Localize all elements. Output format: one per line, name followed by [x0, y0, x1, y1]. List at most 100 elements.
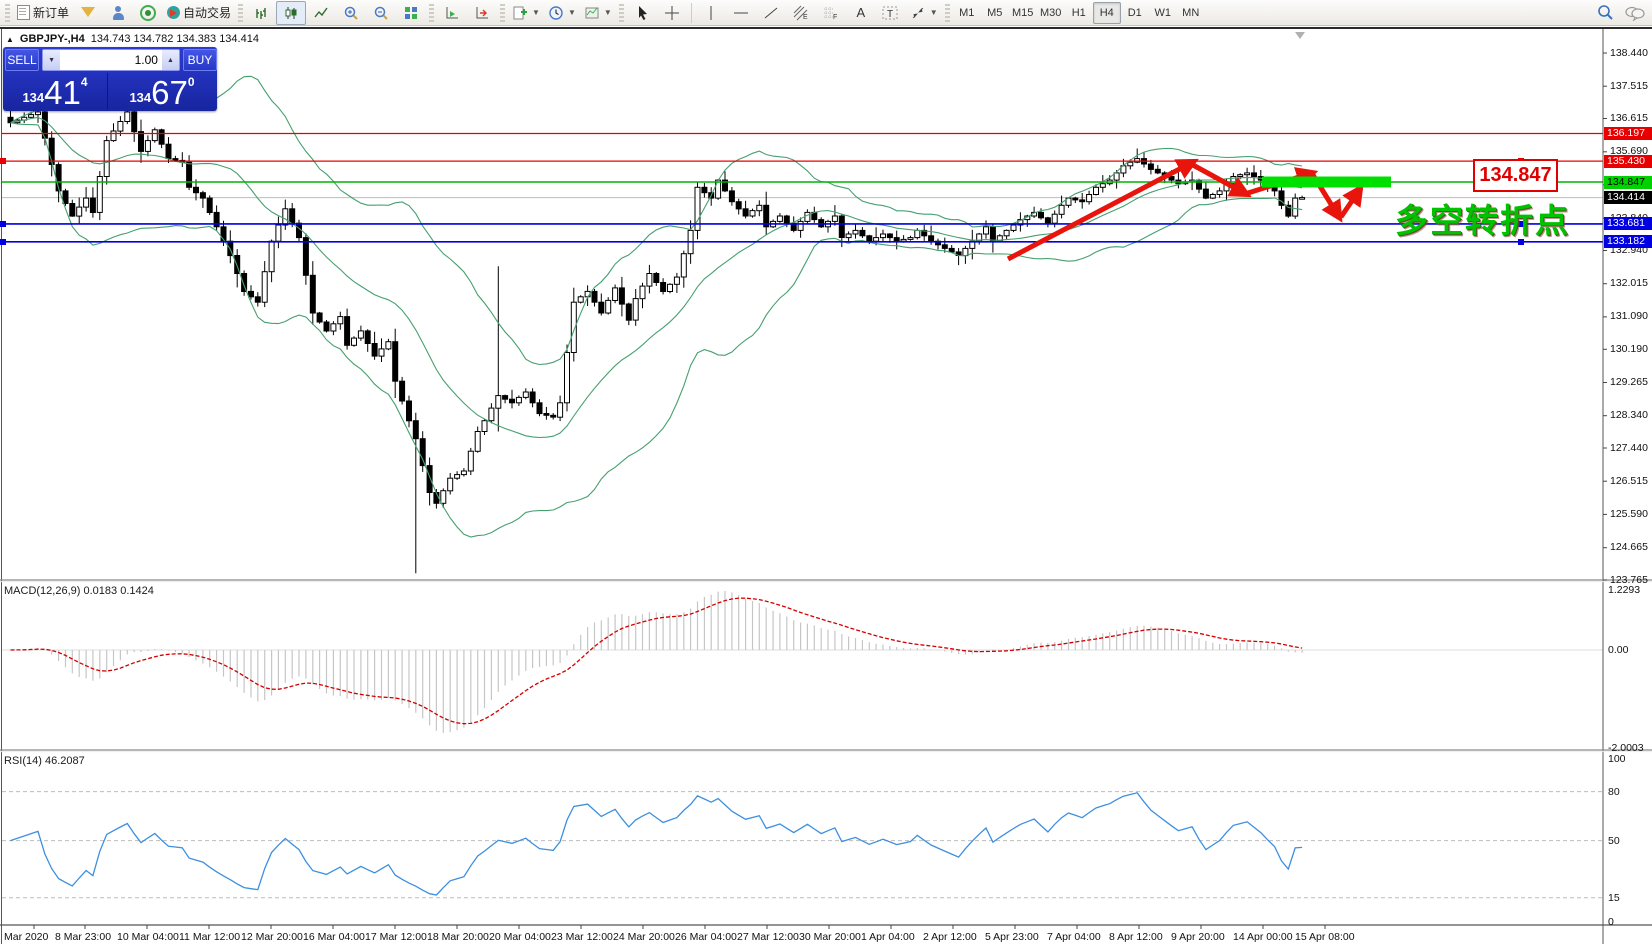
line-handle-left[interactable]	[0, 239, 6, 245]
rsi-axis-tick: 15	[1608, 892, 1620, 904]
toolbar-grip	[500, 4, 505, 22]
price-tag-136.197: 136.197	[1604, 127, 1652, 140]
turning-point-text[interactable]: 多空转折点	[1395, 194, 1570, 242]
time-axis-label: 26 Mar 04:00	[675, 931, 737, 943]
price-axis-tick: 127.440	[1610, 442, 1648, 454]
new-order-button[interactable]: 新订单	[13, 1, 73, 25]
volume-decrease-button[interactable]: ▼	[43, 50, 60, 70]
bollinger-upper-band	[11, 73, 1303, 364]
new-order-label: 新订单	[33, 4, 69, 21]
line-handle-left[interactable]	[0, 158, 6, 164]
svg-text:T: T	[887, 9, 893, 20]
sonar-icon	[140, 5, 156, 21]
chevron-down-icon: ▼	[930, 8, 938, 17]
price-axis-tick: 131.090	[1610, 310, 1648, 322]
rsi-pane	[2, 792, 1603, 898]
line-chart-button[interactable]	[306, 1, 336, 25]
collapse-triangle-icon[interactable]: ▲	[6, 35, 14, 44]
svg-text:F: F	[833, 14, 837, 21]
time-axis-label: 11 Mar 12:00	[179, 931, 240, 943]
zoom-in-button[interactable]	[336, 1, 366, 25]
time-axis-label: 18 Mar 20:00	[427, 931, 489, 943]
vertical-line-tool-button[interactable]	[696, 1, 726, 25]
candlestick-chart-icon	[283, 5, 299, 21]
zoom-in-icon	[343, 5, 359, 21]
volume-input[interactable]	[60, 50, 162, 70]
buy-price-display[interactable]: 134670	[109, 73, 215, 109]
candlestick-chart-button[interactable]	[276, 1, 306, 25]
time-axis-label: Mar 2020	[4, 931, 48, 943]
search-button[interactable]	[1590, 1, 1620, 25]
chart-shift-marker[interactable]	[1295, 32, 1305, 39]
timeframe-m5[interactable]: M5	[981, 2, 1009, 24]
trendline-tool-button[interactable]	[756, 1, 786, 25]
timeframe-m15[interactable]: M15	[1009, 2, 1037, 24]
text-label-icon: T	[882, 5, 899, 21]
time-axis-label: 17 Mar 12:00	[365, 931, 427, 943]
shapes-tool-button[interactable]: ▼	[906, 1, 942, 25]
auto-trading-icon	[167, 6, 180, 19]
template-button[interactable]: ▼	[580, 1, 616, 25]
sell-price-display[interactable]: 134414	[3, 73, 108, 109]
price-callout-box[interactable]: 134.847	[1473, 159, 1558, 192]
time-axis-label: 10 Mar 04:00	[117, 931, 179, 943]
market-watch-button[interactable]	[103, 1, 133, 25]
timeframe-h4[interactable]: H4	[1093, 2, 1121, 24]
indicators-button[interactable]: ▼	[508, 1, 544, 25]
price-axis-tick: 132.015	[1610, 277, 1648, 289]
indicators-icon	[512, 5, 528, 21]
highlight-price-bar[interactable]	[1262, 177, 1391, 188]
timeframe-m1[interactable]: M1	[953, 2, 981, 24]
volume-increase-button[interactable]: ▲	[162, 50, 179, 70]
price-callout-text: 134.847	[1479, 164, 1551, 187]
macd-signal-value: 0.1424	[120, 585, 154, 597]
rsi-label: RSI(14) 46.2087	[4, 755, 85, 767]
time-axis-label: 1 Apr 04:00	[861, 931, 915, 943]
trend-arrow-4[interactable]	[1341, 189, 1360, 217]
template-icon	[584, 5, 600, 21]
buy-price-sup: 0	[188, 75, 195, 89]
sell-button[interactable]: SELL	[5, 49, 39, 71]
chart-shift-button[interactable]	[467, 1, 497, 25]
indicator-list-button[interactable]	[73, 1, 103, 25]
timeframe-w1[interactable]: W1	[1149, 2, 1177, 24]
text-tool-button[interactable]: A	[846, 1, 876, 25]
buy-button[interactable]: BUY	[183, 49, 217, 71]
chart-canvas[interactable]	[0, 29, 1652, 944]
line-handle-left[interactable]	[0, 221, 6, 227]
signals-button[interactable]	[133, 1, 163, 25]
price-tag-133.681: 133.681	[1604, 217, 1652, 230]
timeframe-d1[interactable]: D1	[1121, 2, 1149, 24]
sell-price-prefix: 134	[22, 90, 44, 109]
trendline-icon	[763, 5, 779, 21]
timeframe-m30[interactable]: M30	[1037, 2, 1065, 24]
bollinger-lower-band	[11, 123, 1303, 537]
chart-window[interactable]: ▲ GBPJPY-,H4 134.743 134.782 134.383 134…	[0, 27, 1652, 944]
fibonacci-tool-button[interactable]: E	[786, 1, 816, 25]
tile-windows-button[interactable]	[396, 1, 426, 25]
horizontal-line-tool-button[interactable]	[726, 1, 756, 25]
chat-button[interactable]	[1620, 1, 1650, 25]
rsi-axis-tick: 0	[1608, 916, 1614, 928]
main-toolbar: 新订单 自动交易	[0, 0, 1652, 26]
time-axis-label: 23 Mar 12:00	[551, 931, 613, 943]
grid-tool-button[interactable]: F	[816, 1, 846, 25]
timeframe-mn[interactable]: MN	[1177, 2, 1205, 24]
timeframe-h1[interactable]: H1	[1065, 2, 1093, 24]
zoom-out-icon	[373, 5, 389, 21]
time-axis-label: 30 Mar 20:00	[799, 931, 861, 943]
rsi-axis-tick: 80	[1608, 786, 1620, 798]
zoom-out-button[interactable]	[366, 1, 396, 25]
trend-arrow-0[interactable]	[1008, 162, 1193, 259]
cursor-tool-button[interactable]	[627, 1, 657, 25]
toolbar-grip	[429, 4, 434, 22]
new-order-icon	[17, 5, 30, 20]
period-button[interactable]: ▼	[544, 1, 580, 25]
toolbar-grip	[619, 4, 624, 22]
rsi-value: 46.2087	[45, 755, 85, 767]
auto-trading-button[interactable]: 自动交易	[163, 1, 235, 25]
crosshair-tool-button[interactable]	[657, 1, 687, 25]
bar-chart-button[interactable]	[246, 1, 276, 25]
auto-scroll-button[interactable]	[437, 1, 467, 25]
text-label-tool-button[interactable]: T	[876, 1, 906, 25]
